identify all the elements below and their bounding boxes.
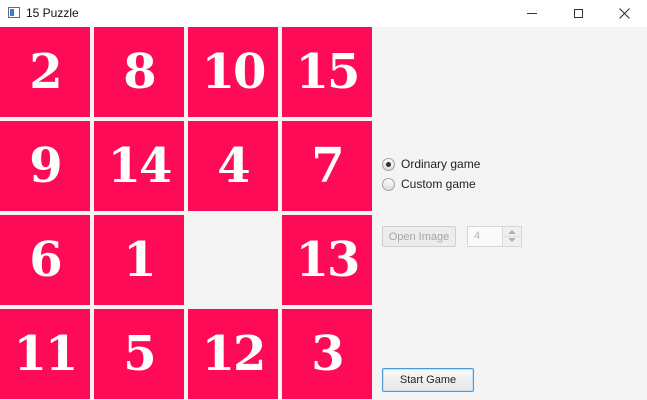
spinner-arrows (502, 227, 521, 246)
ordinary-game-label: Ordinary game (401, 157, 481, 171)
size-spinner[interactable]: 4 (467, 226, 522, 247)
maximize-button[interactable] (555, 0, 601, 27)
custom-game-label: Custom game (401, 177, 476, 191)
open-image-button[interactable]: Open Image (382, 226, 456, 247)
puzzle-tile[interactable]: 5 (94, 309, 184, 399)
chevron-down-icon[interactable] (508, 238, 516, 242)
puzzle-tile[interactable]: 2 (0, 27, 90, 117)
puzzle-tile[interactable]: 9 (0, 121, 90, 211)
close-button[interactable] (601, 0, 647, 27)
puzzle-tile[interactable]: 14 (94, 121, 184, 211)
close-icon (618, 8, 630, 19)
title-bar: 15 Puzzle (0, 0, 647, 27)
puzzle-tile[interactable]: 4 (188, 121, 278, 211)
radio-unselected-icon (382, 177, 395, 191)
chevron-up-icon[interactable] (508, 230, 516, 234)
puzzle-tile[interactable]: 8 (94, 27, 184, 117)
puzzle-tile[interactable]: 11 (0, 309, 90, 399)
app-window-icon (8, 7, 20, 18)
spinner-divider (503, 236, 521, 237)
custom-game-radio[interactable]: Custom game (382, 177, 476, 191)
puzzle-tile[interactable]: 10 (188, 27, 278, 117)
puzzle-tile[interactable]: 12 (188, 309, 278, 399)
puzzle-tile[interactable]: 15 (282, 27, 372, 117)
window-title: 15 Puzzle (26, 6, 79, 20)
empty-slot[interactable] (188, 215, 278, 305)
radio-selected-icon (382, 157, 395, 171)
minimize-button[interactable] (509, 0, 555, 27)
puzzle-tile[interactable]: 6 (0, 215, 90, 305)
start-game-button[interactable]: Start Game (382, 368, 474, 392)
puzzle-tile[interactable]: 1 (94, 215, 184, 305)
puzzle-board: 2 8 10 15 9 14 4 7 6 1 13 11 5 12 3 (0, 27, 376, 400)
puzzle-tile[interactable]: 7 (282, 121, 372, 211)
size-spinner-value: 4 (474, 230, 481, 242)
puzzle-tile[interactable]: 13 (282, 215, 372, 305)
puzzle-tile[interactable]: 3 (282, 309, 372, 399)
ordinary-game-radio[interactable]: Ordinary game (382, 157, 480, 171)
